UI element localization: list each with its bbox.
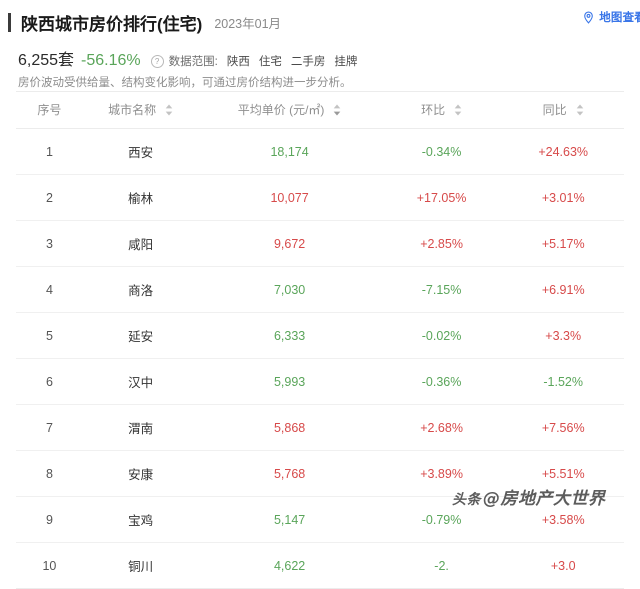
cell-index: 7 xyxy=(16,404,83,451)
cell-mom: -0.02% xyxy=(380,312,503,359)
sort-icon-mom[interactable] xyxy=(454,104,462,116)
cell-price: 5,993 xyxy=(198,358,381,405)
cell-price: 5,147 xyxy=(198,496,381,543)
cell-price: 9,672 xyxy=(198,220,381,267)
cell-mom: -0.79% xyxy=(380,496,503,543)
cell-city: 榆林 xyxy=(82,174,199,221)
cell-mom: +2.68% xyxy=(380,404,503,451)
cell-mom: -7.15% xyxy=(380,266,503,313)
question-mark-icon[interactable]: ? xyxy=(150,55,164,68)
ranking-table-wrap: 序号 城市名称 平均单价 (元/㎡) 环比 同比 1 西安 18,174 -0.… xyxy=(0,91,640,589)
table-header-row: 序号 城市名称 平均单价 (元/㎡) 环比 同比 xyxy=(16,91,624,129)
cell-index: 8 xyxy=(16,450,83,497)
cell-mom: -2. xyxy=(380,542,503,589)
column-header-city[interactable]: 城市名称 xyxy=(82,91,199,129)
table-row[interactable]: 4 商洛 7,030 -7.15% +6.91% xyxy=(16,266,624,313)
sort-icon-price[interactable] xyxy=(333,104,341,116)
table-row[interactable]: 6 汉中 5,993 -0.36% -1.52% xyxy=(16,358,624,405)
cell-price: 18,174 xyxy=(198,128,381,175)
scope-tag-market: 二手房 xyxy=(290,56,326,68)
cell-yoy: +5.17% xyxy=(502,220,624,267)
map-view-label: 地图查看 xyxy=(599,12,640,24)
cell-index: 1 xyxy=(16,128,83,175)
listing-count: 6,255套 xyxy=(18,52,75,69)
description-text: 房价波动受供给量、结构变化影响，可通过房价结构进一步分析。 xyxy=(18,77,352,89)
cell-price: 10,077 xyxy=(198,174,381,221)
scope-tag-region: 陕西 xyxy=(226,56,250,68)
cell-index: 9 xyxy=(16,496,83,543)
cell-mom: +17.05% xyxy=(380,174,503,221)
cell-city: 商洛 xyxy=(82,266,199,313)
cell-index: 2 xyxy=(16,174,83,221)
cell-yoy: +3.0 xyxy=(502,542,624,589)
page-header: 陕西城市房价排行(住宅) 2023年01月 地图查看 6,255套 -56.16… xyxy=(0,0,640,89)
column-header-index-label: 序号 xyxy=(37,103,62,117)
cell-index: 3 xyxy=(16,220,83,267)
report-date: 2023年01月 xyxy=(214,16,282,31)
cell-city: 咸阳 xyxy=(82,220,199,267)
cell-index: 5 xyxy=(16,312,83,359)
cell-city: 渭南 xyxy=(82,404,199,451)
cell-yoy: +24.63% xyxy=(502,128,624,175)
page-title: 陕西城市房价排行(住宅) xyxy=(21,14,203,34)
column-header-price[interactable]: 平均单价 (元/㎡) xyxy=(198,91,381,129)
cell-index: 10 xyxy=(16,542,83,589)
column-header-mom-label: 环比 xyxy=(421,103,446,117)
cell-yoy: -1.52% xyxy=(502,358,624,405)
column-header-price-label: 平均单价 (元/㎡) xyxy=(237,103,325,117)
table-row[interactable]: 10 铜川 4,622 -2. +3.0 xyxy=(16,542,624,589)
cell-price: 5,768 xyxy=(198,450,381,497)
summary-stats: 6,255套 -56.16% ? 数据范围: 陕西 住宅 二手房 挂牌 xyxy=(0,46,640,69)
cell-city: 西安 xyxy=(82,128,199,175)
table-row[interactable]: 7 渭南 5,868 +2.68% +7.56% xyxy=(16,404,624,451)
scope-tag-status: 挂牌 xyxy=(334,56,358,68)
cell-mom: +3.89% xyxy=(380,450,503,497)
column-header-city-label: 城市名称 xyxy=(108,103,157,117)
column-header-index: 序号 xyxy=(16,91,83,129)
title-accent-bar xyxy=(8,12,11,32)
map-view-link[interactable]: 地图查看 xyxy=(582,9,640,25)
table-row[interactable]: 3 咸阳 9,672 +2.85% +5.17% xyxy=(16,220,624,267)
cell-yoy: +7.56% xyxy=(502,404,624,451)
cell-mom: -0.36% xyxy=(380,358,503,405)
cell-index: 6 xyxy=(16,358,83,405)
cell-yoy: +5.51% xyxy=(502,450,624,497)
ranking-table: 序号 城市名称 平均单价 (元/㎡) 环比 同比 1 西安 18,174 -0.… xyxy=(16,91,624,589)
cell-price: 7,030 xyxy=(198,266,381,313)
scope-label: 数据范围: xyxy=(168,56,218,68)
table-row[interactable]: 2 榆林 10,077 +17.05% +3.01% xyxy=(16,174,624,221)
cell-city: 宝鸡 xyxy=(82,496,199,543)
cell-yoy: +6.91% xyxy=(502,266,624,313)
column-header-yoy-label: 同比 xyxy=(542,103,567,117)
cell-city: 安康 xyxy=(82,450,199,497)
location-pin-icon xyxy=(582,11,595,24)
sort-icon-city[interactable] xyxy=(165,104,173,116)
cell-index: 4 xyxy=(16,266,83,313)
cell-city: 延安 xyxy=(82,312,199,359)
table-row[interactable]: 1 西安 18,174 -0.34% +24.63% xyxy=(16,128,624,175)
table-row[interactable]: 8 安康 5,768 +3.89% +5.51% xyxy=(16,450,624,497)
table-row[interactable]: 9 宝鸡 5,147 -0.79% +3.58% xyxy=(16,496,624,543)
title-row: 陕西城市房价排行(住宅) 2023年01月 地图查看 xyxy=(0,8,640,36)
column-header-mom[interactable]: 环比 xyxy=(380,91,503,129)
cell-city: 汉中 xyxy=(82,358,199,405)
cell-yoy: +3.58% xyxy=(502,496,624,543)
cell-city: 铜川 xyxy=(82,542,199,589)
cell-yoy: +3.3% xyxy=(502,312,624,359)
cell-mom: -0.34% xyxy=(380,128,503,175)
price-ranking-page: 陕西城市房价排行(住宅) 2023年01月 地图查看 6,255套 -56.16… xyxy=(0,0,640,589)
table-row[interactable]: 5 延安 6,333 -0.02% +3.3% xyxy=(16,312,624,359)
cell-price: 4,622 xyxy=(198,542,381,589)
table-head: 序号 城市名称 平均单价 (元/㎡) 环比 同比 xyxy=(16,91,624,129)
scope-tag-type: 住宅 xyxy=(258,56,282,68)
cell-mom: +2.85% xyxy=(380,220,503,267)
sort-icon-yoy[interactable] xyxy=(576,104,584,116)
cell-price: 5,868 xyxy=(198,404,381,451)
table-body: 1 西安 18,174 -0.34% +24.63% 2 榆林 10,077 +17.05% +3… xyxy=(16,128,624,589)
cell-yoy: +3.01% xyxy=(502,174,624,221)
column-header-yoy[interactable]: 同比 xyxy=(502,91,624,129)
cell-price: 6,333 xyxy=(198,312,381,359)
listing-count-change: -56.16% xyxy=(81,52,141,69)
